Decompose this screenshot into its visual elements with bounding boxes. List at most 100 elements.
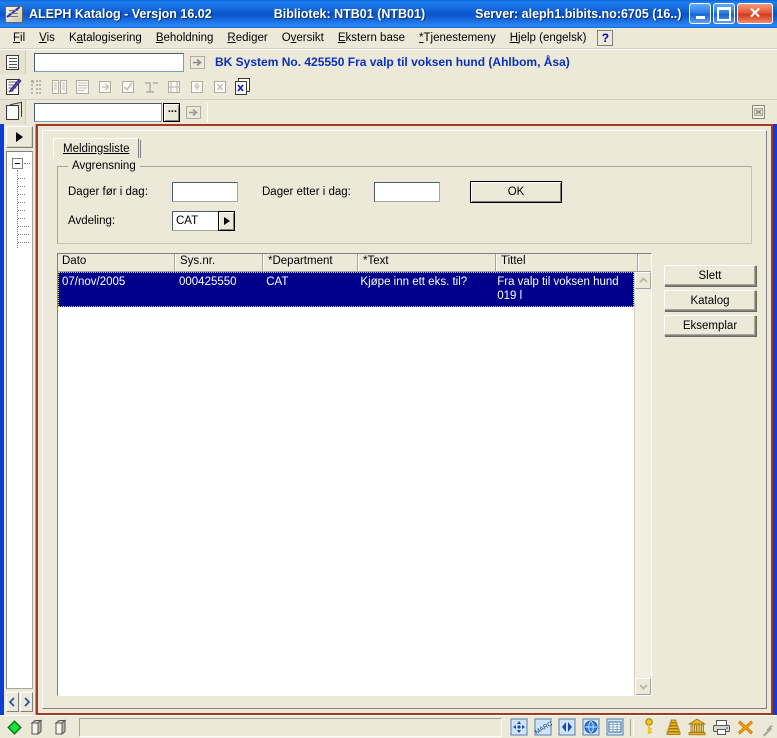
table-header-row: Dato Sys.nr. *Department *Text Tittel (58, 254, 651, 272)
column-header-tittel[interactable]: Tittel (497, 254, 639, 271)
table-body: 07/nov/2005 000425550 CAT Kjøpe inn ett … (58, 272, 651, 695)
menu-item-ekstern-base[interactable]: Ekstern base (331, 30, 412, 46)
green-diamond-icon (3, 718, 25, 737)
title-bar: ALEPH Katalog - Versjon 16.02 Bibliotek: … (0, 0, 777, 28)
grid-dots-icon (25, 76, 47, 97)
window-controls: ✕ (689, 3, 773, 24)
toolbar-row-3: ... (0, 99, 777, 125)
globe-icon[interactable] (580, 718, 602, 737)
current-record-label: BK System No. 425550 Fra valp til voksen… (215, 55, 570, 69)
cube-box-icon[interactable] (0, 99, 26, 125)
toolbar-row-2 (0, 74, 777, 99)
toolbar-row-1: BK System No. 425550 Fra valp til voksen… (0, 49, 777, 75)
rail-nav-buttons (6, 692, 33, 712)
days-after-input[interactable] (374, 182, 440, 202)
aleph-pen-icon (5, 5, 23, 23)
base-search-input[interactable] (34, 102, 162, 122)
close-button[interactable]: ✕ (737, 3, 773, 24)
help-question-button[interactable]: ? (597, 30, 614, 46)
orange-x-icon[interactable] (734, 718, 756, 737)
new-doc-x-icon[interactable] (232, 76, 254, 97)
chevron-down-icon[interactable] (635, 678, 651, 695)
menu-item-oversikt[interactable]: Oversikt (275, 30, 331, 46)
cube-icon[interactable] (51, 718, 73, 737)
department-combo[interactable] (172, 211, 235, 231)
menu-item-tjenestemeny[interactable]: *Tjenestemeny (412, 30, 503, 46)
arrow-right-icon[interactable] (187, 52, 207, 72)
department-label: Avdeling: (68, 215, 116, 227)
main-content-panel: Meldingsliste Avgrensning Dager før i da… (36, 124, 773, 715)
blue-arrows-icon[interactable] (556, 718, 578, 737)
triangle-right-icon[interactable] (6, 126, 33, 148)
cube-icon[interactable] (27, 718, 49, 737)
message-table: Dato Sys.nr. *Department *Text Tittel 07… (57, 253, 652, 696)
printer-icon[interactable] (710, 718, 732, 737)
column-header-text[interactable]: *Text (359, 254, 497, 271)
duplicate-icon (163, 76, 185, 97)
table-rows: 07/nov/2005 000425550 CAT Kjøpe inn ett … (58, 272, 634, 695)
nav-next-icon[interactable] (20, 692, 33, 712)
days-before-label: Dager før i dag: (68, 186, 148, 198)
double-page-icon (48, 76, 70, 97)
menu-item-beholdning[interactable]: Beholdning (149, 30, 221, 46)
app-title: ALEPH Katalog - Versjon 16.02 (29, 7, 212, 21)
menu-item-rediger[interactable]: Rediger (220, 30, 274, 46)
minimize-button[interactable] (689, 3, 711, 24)
column-header-department[interactable]: *Department (264, 254, 359, 271)
tree-collapse-icon[interactable] (12, 158, 23, 169)
window-body: Meldingsliste Avgrensning Dager før i da… (0, 124, 777, 715)
column-header-sysnr[interactable]: Sys.nr. (176, 254, 264, 271)
title-bar-text: ALEPH Katalog - Versjon 16.02 Bibliotek: … (29, 7, 681, 21)
table-row[interactable]: 07/nov/2005 000425550 CAT Kjøpe inn ett … (58, 272, 634, 307)
menu-item-hjelp[interactable]: Hjelp (engelsk) (503, 30, 594, 46)
menu-item-vis[interactable]: Vis (32, 30, 62, 46)
move-node-icon (186, 76, 208, 97)
server-label: Server: aleph1.bibits.no:6705 (16..) (475, 7, 682, 21)
close-icon: ✕ (748, 5, 762, 22)
triangle-right-icon[interactable] (218, 211, 235, 231)
cell-tittel: Fra valp til voksen hund 019 l (497, 276, 619, 302)
browse-ellipsis-button[interactable]: ... (163, 102, 180, 122)
key-icon[interactable] (638, 718, 660, 737)
resize-grip-icon[interactable] (760, 720, 774, 734)
arrow-right-icon[interactable] (183, 102, 203, 122)
tab-strip: Meldingsliste (43, 136, 766, 158)
message-list-zone: Dato Sys.nr. *Department *Text Tittel 07… (57, 253, 756, 696)
cell-sysnr: 000425550 (178, 276, 237, 288)
filter-group-box: Avgrensning Dager før i dag: Dager etter… (57, 160, 752, 244)
edit-record-icon[interactable] (2, 76, 24, 97)
menu-item-fil[interactable]: Fil (6, 30, 32, 46)
window-close-doc-icon[interactable] (748, 102, 769, 122)
department-input[interactable] (172, 211, 218, 231)
record-action-buttons: Slett Katalog Eksemplar (664, 253, 756, 696)
marc-icon[interactable]: MARC (532, 718, 554, 737)
eksemplar-button[interactable]: Eksemplar (664, 315, 756, 336)
menu-item-katalogisering[interactable]: Katalogisering (62, 30, 149, 46)
library-building-icon[interactable] (686, 718, 708, 737)
link-page-icon (94, 76, 116, 97)
maximize-button[interactable] (713, 3, 735, 24)
days-filter-row: Dager før i dag: Dager etter i dag: OK (68, 181, 741, 203)
blue-navigate-icon[interactable] (508, 718, 530, 737)
group-title: Avgrensning (68, 160, 140, 172)
grid-table-icon[interactable] (604, 718, 626, 737)
navigation-tree[interactable] (6, 151, 33, 689)
table-vertical-scrollbar[interactable] (634, 272, 651, 695)
stack-books-icon[interactable] (662, 718, 684, 737)
nav-prev-icon[interactable] (6, 692, 19, 712)
chevron-up-icon[interactable] (635, 272, 651, 289)
slett-button[interactable]: Slett (664, 265, 756, 286)
status-message-field (79, 717, 502, 737)
days-before-input[interactable] (172, 182, 238, 202)
column-header-dato[interactable]: Dato (58, 254, 176, 271)
document-list-icon[interactable] (0, 49, 26, 75)
tab-label: Meldingsliste (63, 142, 130, 155)
ok-button[interactable]: OK (470, 181, 562, 203)
application-window: ALEPH Katalog - Versjon 16.02 Bibliotek: … (0, 0, 777, 738)
tab-meldingsliste[interactable]: Meldingsliste (53, 138, 140, 158)
record-search-input[interactable] (34, 52, 184, 72)
katalog-button[interactable]: Katalog (664, 290, 756, 311)
list-lines-icon (71, 76, 93, 97)
cell-text: Kjøpe inn ett eks. til? (360, 276, 468, 288)
cell-dato: 07/nov/2005 (62, 276, 126, 288)
